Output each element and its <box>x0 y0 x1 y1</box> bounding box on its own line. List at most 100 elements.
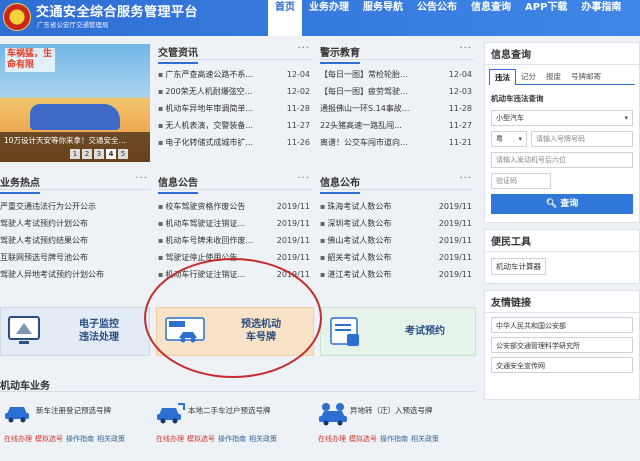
guide-link[interactable]: 操作指南 <box>218 435 246 443</box>
highlight-circle <box>144 258 322 378</box>
policy-link[interactable]: 相关政策 <box>97 435 125 443</box>
exam-form-icon <box>330 317 359 346</box>
warning-panel: 警示教育 ··· 【每日一图】常检轮胎... 12-04 【每日一图】疲劳驾驶...… <box>320 42 474 151</box>
list-item[interactable]: 珠海考试人数公布2019/11 <box>320 198 474 215</box>
list-item[interactable]: 离谱！公交车闯市道向... 11-21 <box>320 134 474 151</box>
vehicle-type-select[interactable]: 小型汽车 <box>491 110 633 126</box>
list-item[interactable]: 韶关考试人数公布2019/11 <box>320 249 474 266</box>
links-card: 友情链接 中华人民共和国公安部 公安部交通管理科学研究所 交通安全宣传网 <box>484 290 640 400</box>
simulate-select-link[interactable]: 模拟选号 <box>35 435 63 443</box>
list-item[interactable]: 驾驶人考试预约结果公布 <box>0 232 150 249</box>
nav-announcements[interactable]: 公告公布 <box>410 0 464 36</box>
site-header: 交通安全综合服务管理平台 广东省公安厅交通管理局 首页 业务办理 服务导航 公告… <box>0 0 640 36</box>
notice-title: 信息公告 <box>158 174 198 194</box>
biz-links: 在线办理 模拟选号 操作指南 相关政策 <box>156 434 280 444</box>
list-item[interactable]: 驾驶人异地考试预约计划公布 <box>0 266 150 283</box>
links-title: 友情链接 <box>485 291 639 313</box>
list-item[interactable]: 驾驶人考试预约计划公布 <box>0 215 150 232</box>
list-item[interactable]: 【每日一图】常检轮胎... 12-04 <box>320 66 474 83</box>
simulate-select-link[interactable]: 模拟选号 <box>187 435 215 443</box>
list-item[interactable]: 200荣无人机耐爆弦空...12-02 <box>158 83 312 100</box>
svc-electronic-monitor[interactable]: 电子监控 违法处理 <box>0 307 150 356</box>
biz-name[interactable]: 异地转（迁）入预选号牌 <box>350 406 440 416</box>
pager-1[interactable]: 1 <box>70 149 80 159</box>
online-apply-link[interactable]: 在线办理 <box>4 435 32 443</box>
list-item[interactable]: 深圳考试人数公布2019/11 <box>320 215 474 232</box>
list-item[interactable]: 【每日一图】疲劳驾驶... 12-03 <box>320 83 474 100</box>
publish-title: 信息公布 <box>320 174 360 194</box>
tab-points[interactable]: 记分 <box>516 69 541 84</box>
notice-more[interactable]: ··· <box>297 173 310 184</box>
site-subtitle: 广东省公安厅交通管理局 <box>37 21 109 29</box>
nav-service-guide[interactable]: 服务导航 <box>356 0 410 36</box>
news-panel: 交管资讯 ··· 广东严查高速公路不系...12-04 200荣无人机耐爆弦空..… <box>158 42 312 151</box>
province-select[interactable]: 粤 <box>491 131 527 147</box>
pager-4[interactable]: 4 <box>106 149 116 159</box>
plate-number-input[interactable]: 请输入号牌号码 <box>531 131 633 147</box>
guide-link[interactable]: 操作指南 <box>66 435 94 443</box>
biz-links: 在线办理 模拟选号 操作指南 相关政策 <box>318 434 442 444</box>
biz-used-car-transfer: 本地二手车过户预选号牌 在线办理 模拟选号 操作指南 相关政策 <box>156 398 306 458</box>
policy-link[interactable]: 相关政策 <box>249 435 277 443</box>
car-icon <box>5 407 29 423</box>
list-item[interactable]: 广东严查高速公路不系...12-04 <box>158 66 312 83</box>
list-item[interactable]: 佛山考试人数公布2019/11 <box>320 232 474 249</box>
hot-title: 业务热点 <box>0 174 40 194</box>
vehicle-calculator-link[interactable]: 机动车计算器 <box>491 258 546 275</box>
banner-caption[interactable]: 10万设计天安等你来拿！交通安全... 1 2 3 4 5 <box>0 132 150 162</box>
pager-3[interactable]: 3 <box>94 149 104 159</box>
tab-violation[interactable]: 违法 <box>489 69 516 85</box>
publish-more[interactable]: ··· <box>459 173 472 184</box>
guide-link[interactable]: 操作指南 <box>380 435 408 443</box>
online-apply-link[interactable]: 在线办理 <box>156 435 184 443</box>
list-item[interactable]: 22头猪高速一路乱闯... 11-27 <box>320 117 474 134</box>
tools-title: 便民工具 <box>485 230 639 252</box>
pager-2[interactable]: 2 <box>82 149 92 159</box>
policy-link[interactable]: 相关政策 <box>411 435 439 443</box>
query-button[interactable]: 🔍︎ 查询 <box>491 194 633 214</box>
tab-scrap[interactable]: 报废 <box>541 69 566 84</box>
biz-remote-transfer: 异地转（迁）入预选号牌 在线办理 模拟选号 操作指南 相关政策 <box>318 398 476 458</box>
nav-home[interactable]: 首页 <box>268 0 302 36</box>
svc-label: 考试预约 <box>405 326 445 337</box>
captcha-input[interactable]: 验证码 <box>491 173 551 189</box>
police-emblem-icon <box>3 3 31 31</box>
list-item[interactable]: 通报佛山一环S.14事故... 11-28 <box>320 100 474 117</box>
sidebar: 信息查询 违法 记分 报废 号牌邮寄 机动车违法查询 小型汽车 粤 请输入号牌号… <box>484 42 640 406</box>
warning-title: 警示教育 <box>320 44 360 64</box>
banner-pager: 1 2 3 4 5 <box>70 149 128 159</box>
car-relocate-icon <box>319 403 347 426</box>
link-safety-site[interactable]: 交通安全宣传网 <box>491 357 633 373</box>
nav-info-query[interactable]: 信息查询 <box>464 0 518 36</box>
svc-exam-booking[interactable]: 考试预约 <box>320 307 476 356</box>
nav-business[interactable]: 业务办理 <box>302 0 356 36</box>
list-item[interactable]: 电子化转储式成城市扩...11-26 <box>158 134 312 151</box>
pager-5[interactable]: 5 <box>118 149 128 159</box>
site-title: 交通安全综合服务管理平台 <box>36 5 199 20</box>
list-item[interactable]: 无人机表演，交警装备...11-27 <box>158 117 312 134</box>
nav-guide[interactable]: 办事指南 <box>574 0 628 36</box>
biz-name[interactable]: 本地二手车过户预选号牌 <box>188 406 278 416</box>
list-item[interactable]: 严重交通违法行为公开公示 <box>0 198 150 215</box>
list-item[interactable]: 机动车驾驶证注销证...2019/11 <box>158 215 312 232</box>
nav-app-download[interactable]: APP下载 <box>518 0 574 36</box>
news-more[interactable]: ··· <box>297 43 310 54</box>
banner-carousel[interactable]: 车祸猛，生命有限 10万设计天安等你来拿！交通安全... 1 2 3 4 5 <box>0 44 150 162</box>
list-item[interactable]: 湛江考试人数公布2019/11 <box>320 266 474 283</box>
biz-name[interactable]: 新车注册登记预选号牌 <box>36 406 126 416</box>
simulate-select-link[interactable]: 模拟选号 <box>349 435 377 443</box>
list-item[interactable]: 机动车号牌未收回作废...2019/11 <box>158 232 312 249</box>
list-item[interactable]: 校车驾驶资格作废公告2019/11 <box>158 198 312 215</box>
list-item[interactable]: 机动车异地年审调简单...11-28 <box>158 100 312 117</box>
list-item[interactable]: 互联网预选号牌号池公布 <box>0 249 150 266</box>
tab-plate-mail[interactable]: 号牌邮寄 <box>566 69 606 84</box>
warning-more[interactable]: ··· <box>459 43 472 54</box>
engine-number-input[interactable]: 请输入发动机号后六位 <box>491 152 633 168</box>
link-research-institute[interactable]: 公安部交通管理科学研究所 <box>491 337 633 353</box>
main-nav: 首页 业务办理 服务导航 公告公布 信息查询 APP下载 办事指南 <box>268 0 628 36</box>
hot-more[interactable]: ··· <box>135 173 148 184</box>
query-card: 信息查询 违法 记分 报废 号牌邮寄 机动车违法查询 小型汽车 粤 请输入号牌号… <box>484 42 640 223</box>
online-apply-link[interactable]: 在线办理 <box>318 435 346 443</box>
link-mps[interactable]: 中华人民共和国公安部 <box>491 317 633 333</box>
query-tabs: 违法 记分 报废 号牌邮寄 <box>489 69 635 85</box>
